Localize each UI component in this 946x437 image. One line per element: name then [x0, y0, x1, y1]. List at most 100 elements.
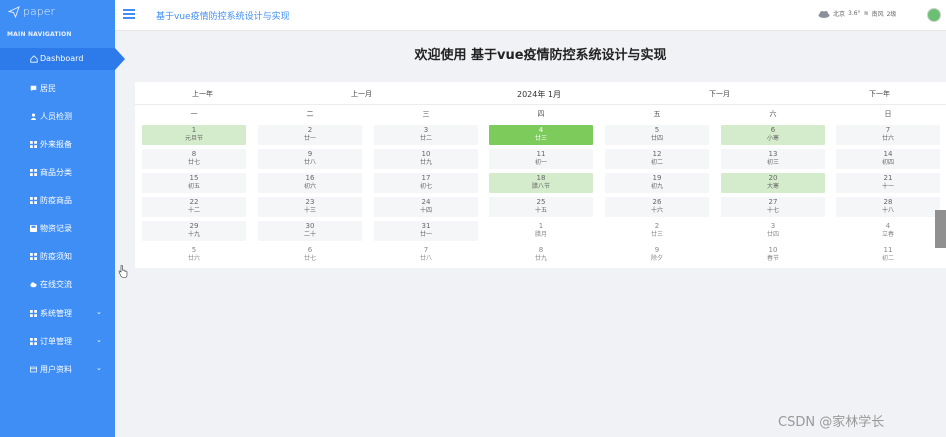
calendar-day[interactable]: 17 初七 [374, 173, 478, 193]
weekday-label: 三 [422, 110, 430, 118]
calendar-day[interactable]: 6 小寒 [721, 125, 825, 145]
calendar-day[interactable]: 4 立春 [836, 221, 940, 241]
calendar-day[interactable]: 2 廿一 [258, 125, 362, 145]
lunar-label: 二十 [303, 231, 316, 238]
calendar-day[interactable]: 9 除夕 [605, 245, 709, 265]
lunar-label: 初五 [187, 183, 200, 190]
prev-month-button[interactable]: 上一月 [351, 89, 372, 99]
sidebar-item-system-management[interactable]: 系统管理 ⌄ [30, 308, 110, 319]
calendar-day[interactable]: 23 十三 [258, 197, 362, 217]
weekday-label: 五 [653, 110, 661, 118]
lunar-label: 廿三 [650, 231, 663, 238]
lunar-label: 初七 [419, 183, 432, 190]
calendar-day[interactable]: 8 廿七 [142, 149, 246, 169]
calendar-day[interactable]: 22 十二 [142, 197, 246, 217]
lunar-label: 小寒 [766, 135, 779, 142]
prev-year-button[interactable]: 上一年 [192, 89, 213, 99]
message-icon [30, 85, 37, 92]
day-number: 7 [885, 126, 891, 134]
calendar-day[interactable]: 28 十八 [836, 197, 940, 217]
calendar-day[interactable]: 30 二十 [258, 221, 362, 241]
calendar-day[interactable]: 2 廿三 [605, 221, 709, 241]
sidebar-item-visitor-report[interactable]: 外来报备 [30, 139, 110, 150]
calendar-day[interactable]: 1 元旦节 [142, 125, 246, 145]
calendar-day[interactable]: 20 大寒 [721, 173, 825, 193]
calendar: 上一年 上一月 2024年 1月 下一月 下一年 一二三四五六日 1 元旦节 2 廿一… [135, 82, 946, 268]
sidebar-item-product-category[interactable]: 商品分类 [30, 167, 110, 178]
calendar-day[interactable]: 11 初一 [489, 149, 593, 169]
calendar-day[interactable]: 10 廿九 [374, 149, 478, 169]
sidebar-item-label: 物资记录 [40, 224, 72, 233]
chevron-down-icon: ⌄ [96, 336, 102, 344]
calendar-day[interactable]: 5 廿六 [142, 245, 246, 265]
sidebar-item-residents[interactable]: 居民 [30, 83, 110, 94]
lunar-label: 十六 [650, 207, 663, 214]
calendar-day[interactable]: 7 廿六 [836, 125, 940, 145]
calendar-day[interactable]: 14 初四 [836, 149, 940, 169]
calendar-day[interactable]: 12 初二 [605, 149, 709, 169]
logo[interactable]: paper [8, 5, 55, 18]
day-number: 17 [421, 174, 431, 182]
calendar-day[interactable]: 1 腊月 [489, 221, 593, 241]
watermark: CSDN @家林学长 [778, 415, 885, 430]
calendar-day[interactable]: 6 廿七 [258, 245, 362, 265]
sidebar-item-epidemic-products[interactable]: 防疫商品 [30, 195, 110, 206]
calendar-day[interactable]: 9 廿八 [258, 149, 362, 169]
day-number: 29 [189, 222, 199, 230]
calendar-day[interactable]: 25 十五 [489, 197, 593, 217]
weekday-label: 二 [306, 110, 314, 118]
sidebar-item-supply-records[interactable]: 物资记录 [30, 223, 110, 234]
menu-toggle-icon[interactable] [123, 9, 135, 19]
save-icon [30, 225, 37, 232]
sidebar-item-label: 居民 [40, 84, 56, 93]
day-number: 3 [423, 126, 429, 134]
scrollbar-thumb[interactable] [935, 210, 946, 248]
calendar-day[interactable]: 8 廿九 [489, 245, 593, 265]
next-month-button[interactable]: 下一月 [709, 89, 730, 99]
cursor-hand-icon [118, 265, 128, 278]
calendar-day[interactable]: 31 廿一 [374, 221, 478, 241]
calendar-day[interactable]: 3 廿四 [721, 221, 825, 241]
calendar-day[interactable]: 26 十六 [605, 197, 709, 217]
calendar-day[interactable]: 18 腊八节 [489, 173, 593, 193]
cloud-icon [30, 281, 37, 288]
calendar-day[interactable]: 4 廿三 [489, 125, 593, 145]
day-number: 22 [189, 198, 199, 206]
calendar-day[interactable]: 5 廿四 [605, 125, 709, 145]
chevron-down-icon: ⌄ [96, 364, 102, 372]
app-title: 基于vue疫情防控系统设计与实现 [156, 12, 290, 22]
day-number: 28 [883, 198, 893, 206]
calendar-day[interactable]: 10 春节 [721, 245, 825, 265]
weather-temp: 3.6° [848, 10, 861, 17]
sidebar-item-online-chat[interactable]: 在线交流 [30, 279, 110, 290]
calendar-day[interactable]: 27 十七 [721, 197, 825, 217]
sidebar-item-label: Dashboard [40, 54, 84, 63]
sidebar-item-user-profile[interactable]: 用户资料 ⌄ [30, 364, 110, 375]
calendar-day[interactable]: 3 廿二 [374, 125, 478, 145]
day-number: 20 [768, 174, 778, 182]
calendar-day[interactable]: 16 初六 [258, 173, 362, 193]
day-number: 6 [770, 126, 776, 134]
calendar-day[interactable]: 21 十一 [836, 173, 940, 193]
day-number: 13 [768, 150, 778, 158]
lunar-label: 廿一 [303, 135, 316, 142]
sidebar-item-personnel-check[interactable]: 人员检测 [30, 111, 110, 122]
sidebar-item-epidemic-notice[interactable]: 防疫须知 [30, 251, 110, 262]
calendar-day[interactable]: 7 廿八 [374, 245, 478, 265]
next-year-button[interactable]: 下一年 [869, 89, 890, 99]
grid-icon [30, 310, 37, 317]
calendar-day[interactable]: 29 十九 [142, 221, 246, 241]
home-icon [30, 54, 38, 63]
lunar-label: 十二 [187, 207, 200, 214]
calendar-day[interactable]: 11 初二 [836, 245, 940, 265]
sidebar-item-label: 防疫商品 [40, 196, 72, 205]
lunar-label: 廿八 [303, 159, 316, 166]
sidebar-item-dashboard[interactable]: Dashboard [0, 48, 125, 70]
calendar-day[interactable]: 19 初九 [605, 173, 709, 193]
calendar-day[interactable]: 24 十四 [374, 197, 478, 217]
calendar-day[interactable]: 15 初五 [142, 173, 246, 193]
calendar-day[interactable]: 13 初三 [721, 149, 825, 169]
nav-section-title: MAIN NAVIGATION [7, 31, 72, 38]
sidebar-item-order-management[interactable]: 订单管理 ⌄ [30, 336, 110, 347]
avatar[interactable] [927, 8, 941, 22]
